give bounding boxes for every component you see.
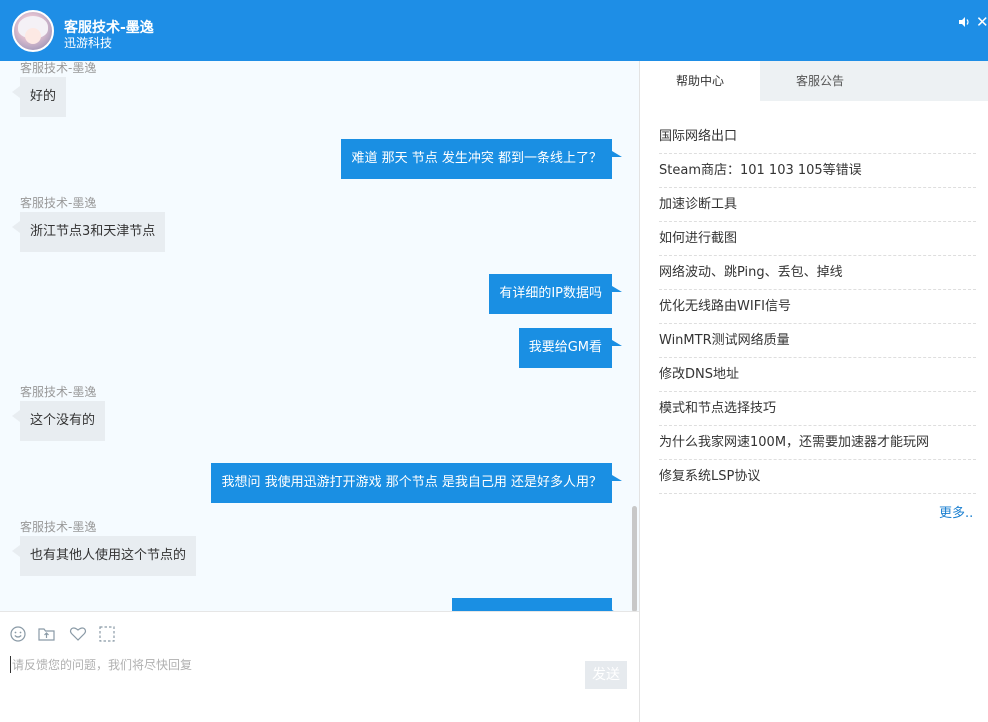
user-message bbox=[452, 598, 622, 611]
heart-icon-svg bbox=[69, 627, 87, 641]
agent-message: 这个没有的 bbox=[11, 401, 106, 441]
chat-scrollbar[interactable] bbox=[632, 506, 637, 611]
screenshot-icon[interactable] bbox=[99, 626, 117, 644]
help-item[interactable]: 模式和节点选择技巧 bbox=[659, 392, 976, 426]
user-message: 我想问 我使用迅游打开游戏 那个节点 是我自己用 还是好多人用？ bbox=[211, 463, 622, 503]
speaker-icon[interactable] bbox=[958, 16, 970, 32]
user-message: 难道 那天 节点 发生冲突 都到一条线上了？ bbox=[341, 139, 622, 179]
help-tabs: 帮助中心 客服公告 bbox=[640, 61, 988, 101]
tab-help-center[interactable]: 帮助中心 bbox=[640, 61, 760, 101]
help-item[interactable]: 修改DNS地址 bbox=[659, 358, 976, 392]
chat-messages-area[interactable]: 客服技术-墨逸 好的 难道 那天 节点 发生冲突 都到一条线上了？ 客服技术-墨… bbox=[0, 61, 640, 611]
close-icon[interactable]: ✕ bbox=[976, 15, 988, 30]
tab-announcements[interactable]: 客服公告 bbox=[760, 61, 880, 101]
user-message: 我要给GM看 bbox=[518, 328, 623, 368]
avatar-face bbox=[25, 28, 41, 44]
user-message: 有详细的IP数据吗 bbox=[489, 274, 622, 314]
agent-message: 浙江节点3和天津节点 bbox=[11, 212, 166, 252]
help-item[interactable]: 如何进行截图 bbox=[659, 222, 976, 256]
help-item[interactable]: 为什么我家网速100M，还需要加速器才能玩网 bbox=[659, 426, 976, 460]
help-panel: 帮助中心 客服公告 国际网络出口 Steam商店：101 103 105等错误 … bbox=[640, 61, 988, 722]
emoji-icon[interactable] bbox=[10, 626, 28, 644]
screenshot-icon-svg bbox=[99, 626, 115, 642]
help-item[interactable]: 优化无线路由WIFI信号 bbox=[659, 290, 976, 324]
agent-message: 也有其他人使用这个节点的 bbox=[11, 536, 197, 576]
help-item[interactable]: 修复系统LSP协议 bbox=[659, 460, 976, 494]
help-item[interactable]: 网络波动、跳Ping、丢包、掉线 bbox=[659, 256, 976, 290]
agent-message: 好的 bbox=[11, 77, 67, 117]
agent-avatar bbox=[12, 10, 54, 52]
help-item[interactable]: WinMTR测试网络质量 bbox=[659, 324, 976, 358]
help-item[interactable]: Steam商店：101 103 105等错误 bbox=[659, 154, 976, 188]
company-name: 迅游科技 bbox=[64, 36, 113, 50]
upload-icon[interactable] bbox=[38, 626, 56, 644]
chat-header: 客服技术-墨逸 迅游科技 ✕ bbox=[0, 0, 988, 61]
help-item[interactable]: 国际网络出口 bbox=[659, 120, 976, 154]
sender-name: 客服技术-墨逸 bbox=[20, 61, 97, 75]
speaker-icon-svg bbox=[959, 17, 969, 27]
message-input-area: 请反馈您的问题，我们将尽快回复 发送 bbox=[0, 611, 640, 722]
message-input[interactable]: 请反馈您的问题，我们将尽快回复 bbox=[10, 656, 192, 673]
heart-icon[interactable] bbox=[69, 626, 87, 644]
send-button[interactable]: 发送 bbox=[585, 661, 627, 689]
help-item[interactable]: 加速诊断工具 bbox=[659, 188, 976, 222]
emoji-icon-svg bbox=[10, 626, 26, 642]
more-link[interactable]: 更多.. bbox=[939, 502, 973, 521]
sender-name: 客服技术-墨逸 bbox=[20, 196, 97, 210]
sender-name: 客服技术-墨逸 bbox=[20, 385, 97, 399]
upload-icon-svg bbox=[38, 628, 55, 641]
sender-name: 客服技术-墨逸 bbox=[20, 520, 97, 534]
